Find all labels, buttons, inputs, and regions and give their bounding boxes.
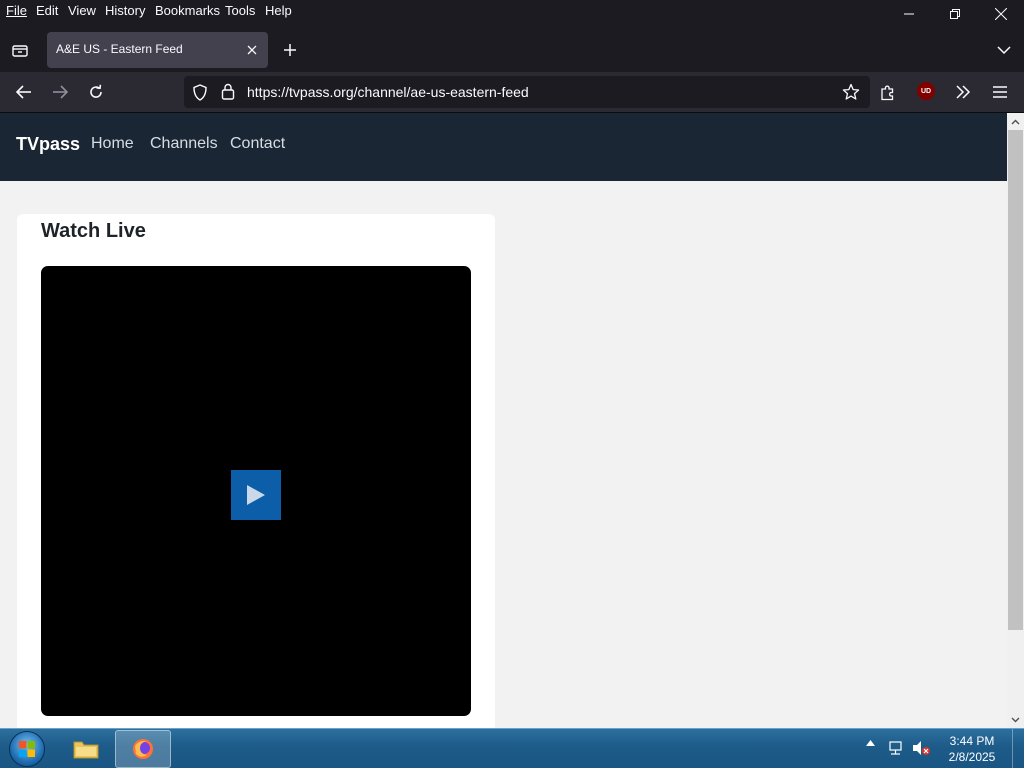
- scroll-down-button[interactable]: [1007, 711, 1024, 728]
- restore-icon: [950, 9, 960, 19]
- folder-icon: [73, 741, 99, 759]
- nav-link-channels[interactable]: Channels: [150, 135, 218, 153]
- chevron-down-icon: [1011, 717, 1020, 722]
- taskbar-file-explorer[interactable]: [58, 730, 114, 768]
- menu-bookmarks[interactable]: Bookmarks: [155, 3, 220, 19]
- address-bar[interactable]: https://tvpass.org/channel/ae-us-eastern…: [184, 76, 870, 108]
- forward-button[interactable]: [45, 77, 75, 107]
- chevron-up-icon: [1011, 119, 1020, 124]
- scroll-thumb[interactable]: [1008, 130, 1023, 630]
- reload-button[interactable]: [81, 77, 111, 107]
- arrow-right-icon: [53, 85, 68, 99]
- site-navbar: TVpass Home Channels Contact: [0, 113, 1007, 181]
- bookmark-star-icon[interactable]: [842, 83, 860, 101]
- nav-link-home[interactable]: Home: [91, 135, 134, 153]
- video-player[interactable]: [41, 266, 471, 716]
- reload-icon: [90, 84, 102, 98]
- show-hidden-icons-button[interactable]: [866, 740, 875, 746]
- firefox-view-button[interactable]: [4, 36, 36, 64]
- tab-strip: A&E US - Eastern Feed: [0, 28, 1024, 72]
- tab-active[interactable]: A&E US - Eastern Feed: [47, 32, 268, 68]
- hamburger-icon: [993, 86, 1007, 98]
- minimize-icon: [904, 13, 914, 15]
- firefox-icon: [133, 739, 153, 759]
- clock-date: 2/8/2025: [948, 750, 996, 764]
- ublock-badge: UD: [920, 87, 932, 95]
- ublock-origin-button[interactable]: UD: [917, 82, 935, 100]
- windows-logo-icon: [9, 731, 45, 767]
- triangle-up-icon: [866, 740, 875, 746]
- site-brand[interactable]: TVpass: [16, 134, 80, 155]
- double-chevron-right-icon: [956, 85, 971, 99]
- page-scrollbar[interactable]: [1007, 113, 1024, 728]
- back-button[interactable]: [9, 77, 39, 107]
- volume-tray-icon[interactable]: [912, 740, 930, 756]
- scroll-up-button[interactable]: [1007, 113, 1024, 130]
- tabs-box-icon: [12, 45, 28, 57]
- play-button[interactable]: [231, 470, 281, 520]
- taskbar-firefox[interactable]: [115, 730, 171, 768]
- clock-time: 3:44 PM: [949, 734, 995, 748]
- close-icon: [995, 8, 1007, 20]
- play-icon: [247, 485, 265, 505]
- nav-link-contact[interactable]: Contact: [230, 135, 285, 153]
- menu-history[interactable]: History: [105, 3, 145, 19]
- network-icon: [889, 741, 902, 755]
- menu-help[interactable]: Help: [265, 3, 292, 19]
- menu-tools[interactable]: Tools: [225, 3, 255, 19]
- network-tray-icon[interactable]: [888, 740, 904, 756]
- shield-icon[interactable]: [192, 84, 208, 101]
- minimize-button[interactable]: [886, 0, 932, 28]
- navigation-toolbar: https://tvpass.org/channel/ae-us-eastern…: [0, 72, 1024, 113]
- list-all-tabs-button[interactable]: [990, 36, 1018, 64]
- close-icon: [247, 45, 257, 55]
- lock-icon[interactable]: [221, 83, 235, 100]
- tab-title: A&E US - Eastern Feed: [56, 42, 183, 56]
- app-menu-button[interactable]: [985, 77, 1015, 107]
- system-clock[interactable]: 3:44 PM 2/8/2025: [940, 733, 1004, 765]
- menu-file[interactable]: File: [6, 3, 27, 19]
- arrow-left-icon: [16, 85, 31, 99]
- page-viewport: TVpass Home Channels Contact Watch Live: [0, 113, 1007, 728]
- menu-view[interactable]: View: [68, 3, 96, 19]
- new-tab-button[interactable]: [276, 36, 304, 64]
- card-title: Watch Live: [41, 220, 146, 242]
- puzzle-icon: [881, 85, 894, 100]
- restore-button[interactable]: [932, 0, 978, 28]
- watch-live-card: Watch Live: [17, 214, 495, 728]
- speaker-muted-icon: [913, 741, 930, 755]
- menu-bar: File Edit View History Bookmarks Tools H…: [0, 0, 1024, 24]
- close-window-button[interactable]: [978, 0, 1024, 28]
- chevron-down-icon: [997, 46, 1011, 55]
- more-tools-button[interactable]: [948, 77, 978, 107]
- tab-close-button[interactable]: [244, 42, 260, 58]
- taskbar: 3:44 PM 2/8/2025: [0, 728, 1024, 768]
- extensions-button[interactable]: [873, 77, 903, 107]
- url-text: https://tvpass.org/channel/ae-us-eastern…: [247, 84, 529, 100]
- show-desktop-button[interactable]: [1012, 729, 1024, 768]
- menu-edit[interactable]: Edit: [36, 3, 58, 19]
- plus-icon: [284, 44, 296, 56]
- start-button[interactable]: [4, 729, 50, 768]
